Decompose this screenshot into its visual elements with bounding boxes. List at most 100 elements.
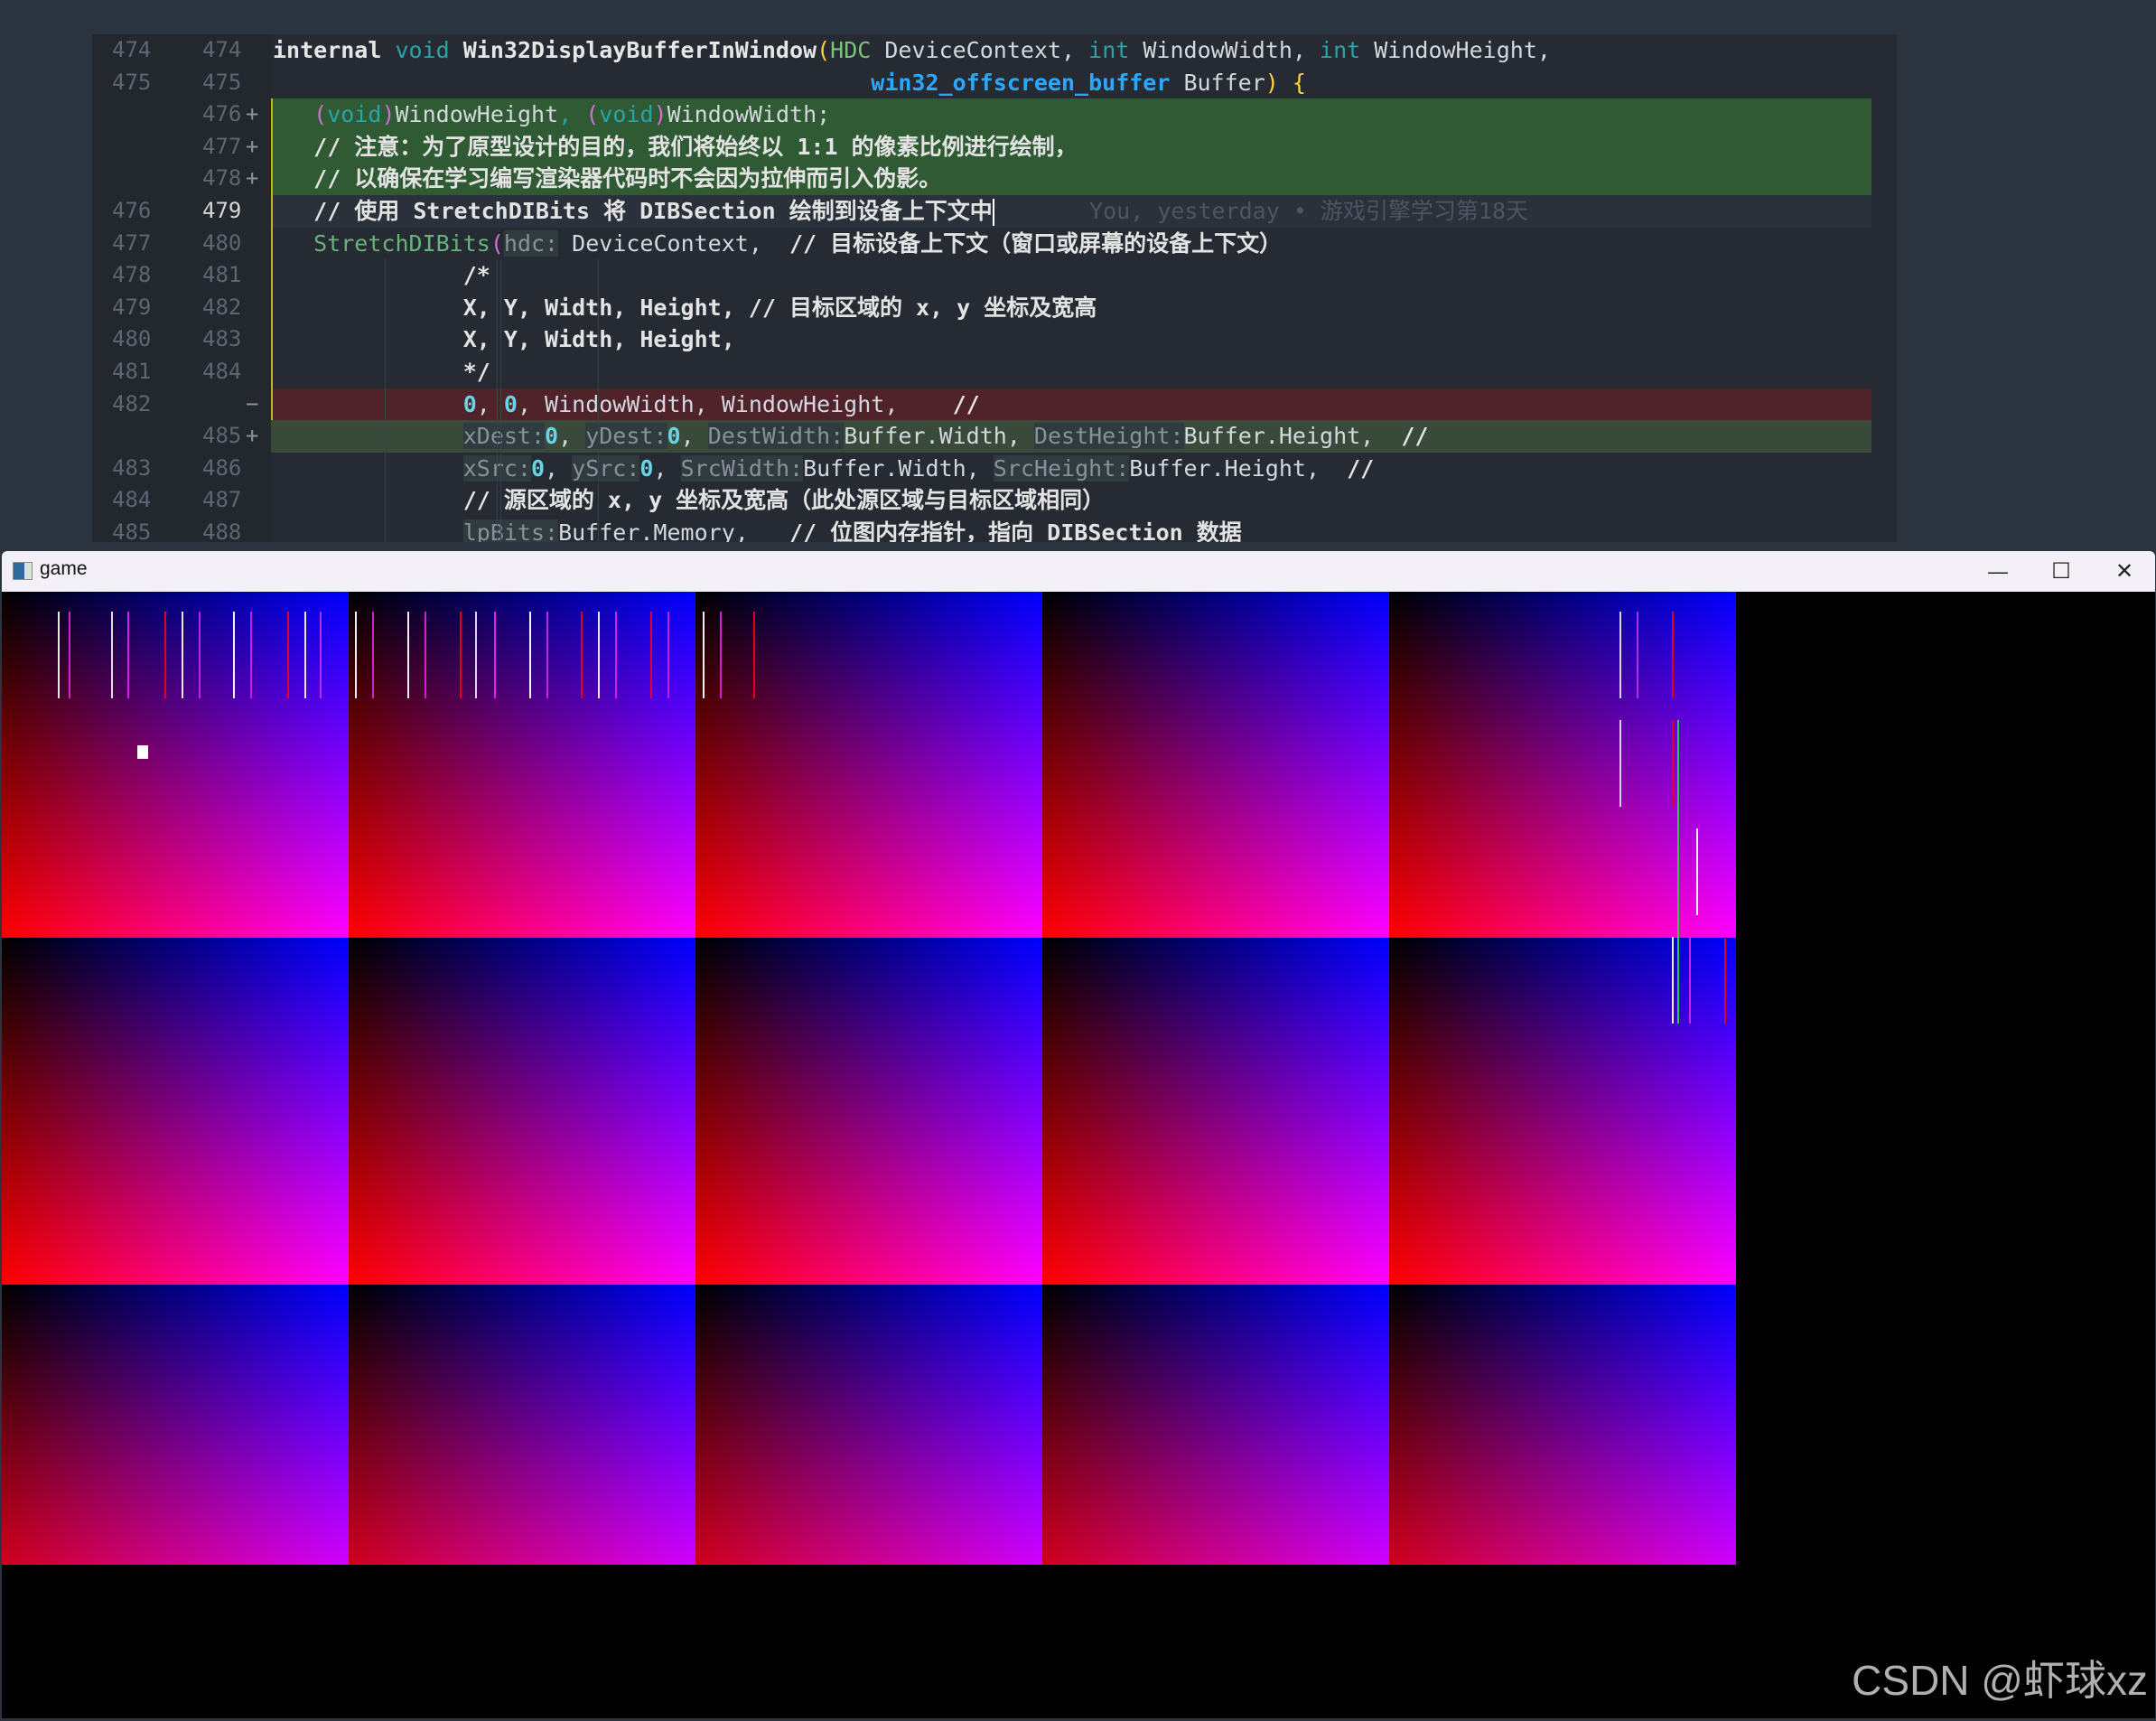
render-stripe: [1619, 720, 1621, 807]
render-stripe: [250, 612, 252, 698]
code-token: int: [1320, 37, 1375, 63]
old-line-number: 481: [112, 359, 152, 384]
render-stripe: [127, 612, 129, 698]
render-stripe: [425, 612, 426, 698]
code-token: Win32DisplayBufferInWindow: [462, 37, 817, 63]
render-stripe: [320, 612, 322, 698]
old-line-number: 484: [112, 487, 152, 513]
gradient-tile: [1042, 592, 1389, 938]
code-line[interactable]: 482 − 0, 0, WindowWidth, WindowHeight, //: [92, 388, 1871, 421]
code-token: WindowWidth,: [1143, 37, 1321, 63]
code-token: // 注意：为了原型设计的目的，我们将始终以 1:1 的像素比例进行绘制，: [313, 133, 1078, 160]
old-line-number: 474: [112, 37, 152, 62]
new-line-number: 485: [202, 423, 242, 449]
code-line[interactable]: 477 480 StretchDIBits(hdc: DeviceContext,…: [92, 228, 1871, 260]
tile-blue-gradient: [349, 592, 695, 938]
render-stripe: [233, 612, 235, 698]
code-token: // 目标设备上下文（窗口或屏幕的设备上下文）: [789, 229, 1283, 257]
code-text: (void)WindowHeight, (void)WindowWidth;: [273, 98, 830, 131]
code-token: // 源区域的 x, y 坐标及宽高（此处源区域与目标区域相同）: [462, 487, 1106, 514]
render-stripe: [355, 612, 357, 698]
code-line[interactable]: 480 483 X, Y, Width, Height,: [92, 323, 1871, 356]
render-stripe: [703, 612, 705, 698]
code-token: ,: [653, 454, 681, 482]
tile-blue-gradient: [2, 592, 349, 938]
code-token: // 以确保在学习编写渲染器代码时不会因为拉伸而引入伪影。: [313, 165, 942, 192]
code-editor[interactable]: 474 474 internal void Win32DisplayBufferIn…: [92, 34, 1897, 542]
render-stripe: [69, 612, 70, 698]
git-blame-annotation: You, yesterday • 游戏引擎学习第18天: [994, 198, 1529, 224]
minimize-button[interactable]: —: [1966, 551, 2030, 592]
indent-guide: [497, 259, 498, 542]
code-line[interactable]: 481 484 */: [92, 356, 1871, 388]
gradient-tile: [1042, 938, 1389, 1285]
new-line-number: 486: [202, 454, 242, 481]
close-button[interactable]: ✕: [2093, 551, 2155, 592]
tile-blue-gradient: [1042, 1285, 1389, 1565]
line-diff-background: [271, 356, 1871, 388]
render-stripe: [1724, 937, 1726, 1024]
diff-added-icon: +: [246, 133, 259, 159]
old-line-number: 476: [112, 198, 152, 223]
maximize-button[interactable]: ☐: [2030, 551, 2093, 592]
gradient-tile: [1389, 1285, 1736, 1565]
render-stripe: [372, 612, 374, 698]
code-line[interactable]: 478 481 /*: [92, 259, 1871, 292]
new-line-number: 484: [202, 359, 242, 384]
code-text: // 注意：为了原型设计的目的，我们将始终以 1:1 的像素比例进行绘制，: [273, 131, 1078, 164]
gradient-tile: [349, 938, 695, 1285]
code-line[interactable]: 477 + // 注意：为了原型设计的目的，我们将始终以 1:1 的像素比例进行绘…: [92, 130, 1871, 164]
code-line[interactable]: 475 475 win32_offscreen_buffer Buffer) {: [92, 67, 1871, 99]
code-text: 0, 0, WindowWidth, WindowHeight, //: [273, 388, 980, 421]
code-text: X, Y, Width, Height,: [273, 323, 735, 356]
window-title: game: [40, 558, 88, 579]
code-text: lpBits:Buffer.Memory, // 位图内存指针，指向 DIBSe…: [273, 517, 1242, 542]
code-line[interactable]: 479 482 X, Y, Width, Height, // 目标区域的 x, …: [92, 292, 1871, 324]
new-line-number: 479: [202, 198, 242, 223]
window-titlebar[interactable]: game — ☐ ✕: [2, 551, 2155, 592]
new-line-number: 481: [202, 262, 242, 288]
code-token: xDest:: [462, 423, 546, 450]
code-line[interactable]: 485 488 lpBits:Buffer.Memory, // 位图内存指针，指…: [92, 517, 1871, 542]
code-token: DestHeight:: [1033, 423, 1184, 450]
code-token: WindowWidth;: [667, 101, 831, 128]
code-token: Buffer.Width,: [844, 423, 1034, 450]
code-token: {: [1292, 69, 1306, 96]
render-stripe: [494, 612, 496, 698]
new-line-number: 475: [202, 69, 242, 95]
code-token: //: [1347, 454, 1375, 482]
code-token: X, Y, Width, Height, // 目标区域的 x, y 坐标及宽高: [462, 294, 1097, 321]
gradient-tile: [1042, 1285, 1389, 1565]
gradient-tile: [695, 938, 1042, 1285]
new-line-number: 487: [202, 487, 242, 513]
render-stripe: [1672, 720, 1674, 807]
code-line[interactable]: 484 487 // 源区域的 x, y 坐标及宽高（此处源区域与目标区域相同）: [92, 484, 1871, 517]
code-token: /*: [462, 262, 490, 289]
tile-blue-gradient: [1389, 592, 1736, 938]
code-text: X, Y, Width, Height, // 目标区域的 x, y 坐标及宽高: [273, 292, 1097, 324]
render-stripe: [1696, 828, 1698, 915]
game-window[interactable]: game — ☐ ✕ CSDN @虾球xz: [2, 551, 2155, 1718]
render-stripe: [304, 612, 306, 698]
code-line[interactable]: 478 + // 以确保在学习编写渲染器代码时不会因为拉伸而引入伪影。: [92, 163, 1871, 195]
new-line-number: 482: [202, 294, 242, 320]
player-marker: [137, 745, 148, 759]
code-line[interactable]: 476 + (void)WindowHeight, (void)WindowWid…: [92, 98, 1871, 131]
old-line-number: 483: [112, 454, 152, 481]
tile-blue-gradient: [695, 592, 1042, 938]
code-line[interactable]: 474 474 internal void Win32DisplayBufferIn…: [92, 34, 1871, 67]
code-line[interactable]: 485 + xDest:0, yDest:0, DestWidth:Buffer.…: [92, 420, 1871, 453]
game-render-canvas[interactable]: CSDN @虾球xz: [2, 592, 2155, 1718]
new-line-number: 480: [202, 229, 242, 256]
code-token: WindowHeight,: [1374, 37, 1551, 63]
code-token: DestWidth:: [707, 423, 845, 450]
tile-blue-gradient: [349, 1285, 695, 1565]
code-token: 0: [639, 454, 654, 482]
code-line[interactable]: 483 486 xSrc:0, ySrc:0, SrcWidth:Buffer.W…: [92, 453, 1871, 485]
watermark: CSDN @虾球xz: [1852, 1657, 2148, 1704]
code-line[interactable]: 476 479 // 使用 StretchDIBits 将 DIBSection …: [92, 195, 1871, 228]
gradient-tile: [2, 1285, 349, 1565]
old-line-number: 485: [112, 519, 152, 542]
tile-blue-gradient: [1389, 938, 1736, 1285]
old-line-number: 475: [112, 69, 152, 95]
